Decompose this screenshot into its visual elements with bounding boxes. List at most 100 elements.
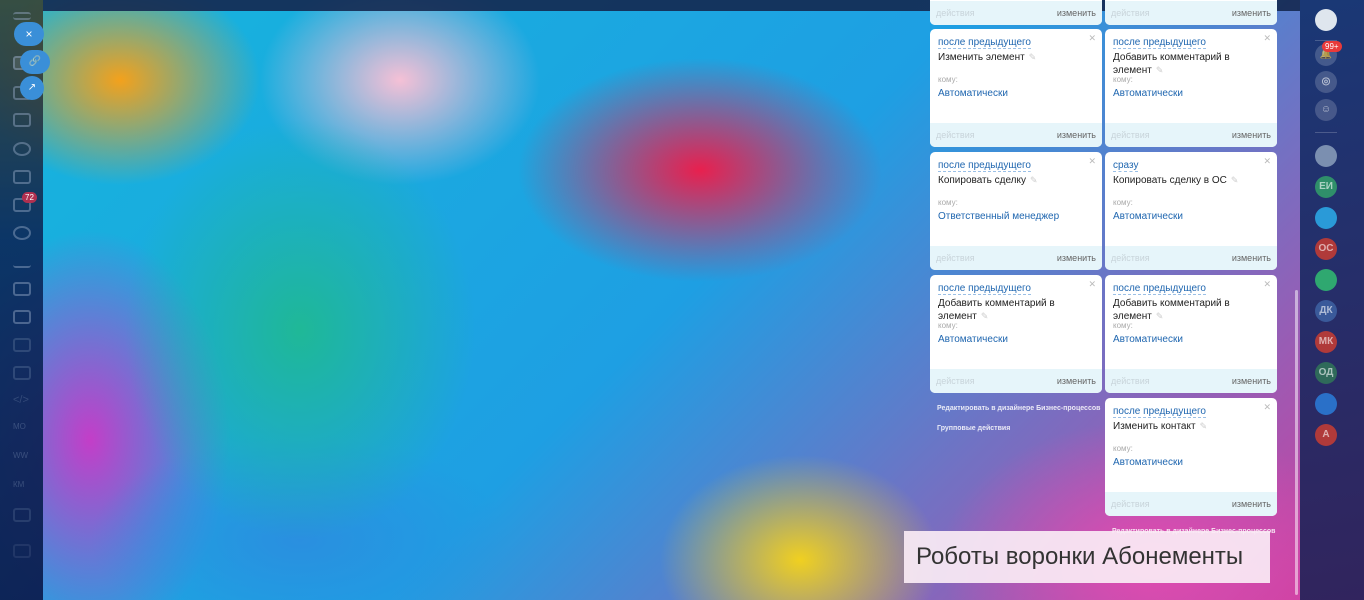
- brand-icon[interactable]: [13, 366, 31, 380]
- delay-link[interactable]: после предыдущего: [938, 37, 1031, 49]
- pencil-icon[interactable]: ✎: [1231, 175, 1239, 185]
- chat-avatar[interactable]: МК: [1315, 331, 1337, 353]
- crm-icon[interactable]: [13, 113, 31, 127]
- recipient-value[interactable]: Ответственный менеджер: [938, 211, 1059, 222]
- actions-link[interactable]: действия: [936, 130, 975, 140]
- avatar-km[interactable]: КМ: [13, 480, 31, 494]
- delay-link[interactable]: после предыдущего: [1113, 37, 1206, 49]
- copilot-icon[interactable]: ◎: [1315, 71, 1337, 93]
- robot-card-partial[interactable]: действия изменить: [930, 0, 1102, 25]
- pencil-icon[interactable]: ✎: [1156, 311, 1164, 321]
- analytics-icon[interactable]: [13, 254, 31, 268]
- chat-avatar[interactable]: А: [1315, 424, 1337, 446]
- recipient-label: кому:: [1113, 444, 1133, 453]
- code-icon[interactable]: </>: [13, 394, 31, 408]
- chat-avatar[interactable]: ОС: [1315, 238, 1337, 260]
- robot-title: Копировать сделку ✎: [938, 174, 1098, 187]
- avatar-ww[interactable]: WW: [13, 451, 31, 465]
- group-actions-link[interactable]: Групповые действия: [937, 425, 1010, 432]
- chat-avatar[interactable]: ДК: [1315, 300, 1337, 322]
- delay-link[interactable]: сразу: [1113, 160, 1139, 172]
- chat-avatar[interactable]: ОД: [1315, 362, 1337, 384]
- edit-link[interactable]: изменить: [1057, 130, 1096, 140]
- pencil-icon[interactable]: ✎: [981, 311, 989, 321]
- edit-link[interactable]: изменить: [1232, 499, 1271, 509]
- delete-icon[interactable]: ✕: [1263, 33, 1271, 44]
- messages-icon[interactable]: ☺: [1315, 99, 1337, 121]
- robot-title: Копировать сделку в ОС ✎: [1113, 174, 1273, 187]
- chat-avatar[interactable]: [1315, 145, 1337, 167]
- delete-icon[interactable]: ✕: [1263, 402, 1271, 413]
- settings-icon[interactable]: [13, 544, 31, 558]
- robot-card[interactable]: сразу ✕ Копировать сделку в ОС ✎ кому: Ав…: [1105, 152, 1277, 270]
- designer-link[interactable]: Редактировать в дизайнере Бизнес-процесс…: [937, 405, 1100, 412]
- caption-overlay: Роботы воронки Абонементы: [904, 531, 1270, 583]
- robot-card[interactable]: после предыдущего ✕ Добавить комментарий…: [1105, 29, 1277, 147]
- delete-icon[interactable]: ✕: [1088, 33, 1096, 44]
- edit-doc-icon[interactable]: [13, 508, 31, 522]
- sites-icon[interactable]: [13, 282, 31, 296]
- user-avatar[interactable]: [1315, 9, 1337, 31]
- robot-card[interactable]: после предыдущего ✕ Изменить контакт ✎ ко…: [1105, 398, 1277, 516]
- recipient-value[interactable]: Автоматически: [1113, 457, 1183, 468]
- delay-link[interactable]: после предыдущего: [938, 160, 1031, 172]
- pencil-icon[interactable]: ✎: [1030, 175, 1038, 185]
- chat-avatar[interactable]: ЕИ: [1315, 176, 1337, 198]
- edit-link[interactable]: изменить: [1232, 253, 1271, 263]
- delay-link[interactable]: после предыдущего: [1113, 406, 1206, 418]
- recipient-value[interactable]: Автоматически: [1113, 88, 1183, 99]
- cart-icon[interactable]: [13, 170, 31, 184]
- delay-link[interactable]: после предыдущего: [938, 283, 1031, 295]
- robot-title-text: Копировать сделку: [938, 175, 1027, 186]
- actions-link[interactable]: действия: [1111, 130, 1150, 140]
- robot-card[interactable]: после предыдущего ✕ Изменить элемент ✎ ко…: [930, 29, 1102, 147]
- robot-card[interactable]: после предыдущего ✕ Копировать сделку ✎ к…: [930, 152, 1102, 270]
- pencil-icon[interactable]: ✎: [1200, 421, 1208, 431]
- pencil-icon[interactable]: ✎: [1156, 65, 1164, 75]
- avatar-mo[interactable]: МО: [13, 422, 31, 436]
- edit-link[interactable]: изменить: [1232, 376, 1271, 386]
- actions-link[interactable]: действия: [1111, 253, 1150, 263]
- actions-link[interactable]: действия: [1111, 499, 1150, 509]
- recipient-value[interactable]: Автоматически: [938, 334, 1008, 345]
- robot-title-text: Добавить комментарий в элемент: [1113, 298, 1230, 322]
- chat-avatar[interactable]: [1315, 393, 1337, 415]
- recipient-value[interactable]: Автоматически: [1113, 211, 1183, 222]
- delay-link[interactable]: после предыдущего: [1113, 283, 1206, 295]
- pencil-icon[interactable]: ✎: [1029, 52, 1037, 62]
- menu-icon[interactable]: [13, 12, 31, 20]
- delete-icon[interactable]: ✕: [1263, 279, 1271, 290]
- delete-icon[interactable]: ✕: [1263, 156, 1271, 167]
- divider: [1315, 132, 1337, 133]
- robot-card[interactable]: после предыдущего ✕ Добавить комментарий…: [1105, 275, 1277, 393]
- automation-icon[interactable]: [13, 226, 31, 240]
- edit-link[interactable]: изменить: [1232, 130, 1271, 140]
- robot-card-partial[interactable]: действия изменить: [1105, 0, 1277, 25]
- scrollbar[interactable]: [1295, 290, 1298, 595]
- close-slider-button[interactable]: ×: [14, 22, 44, 46]
- edit-link[interactable]: изменить: [1057, 376, 1096, 386]
- robot-title-text: Изменить элемент: [938, 52, 1025, 63]
- recipient-label: кому:: [938, 75, 958, 84]
- actions-link[interactable]: действия: [936, 376, 975, 386]
- chat-avatar[interactable]: [1315, 207, 1337, 229]
- card-footer: действия изменить: [1105, 246, 1277, 270]
- recipient-value[interactable]: Автоматически: [938, 88, 1008, 99]
- robot-icon[interactable]: [13, 310, 31, 324]
- actions-link[interactable]: действия: [1111, 376, 1150, 386]
- actions-link[interactable]: действия: [936, 8, 975, 18]
- robot-card[interactable]: после предыдущего ✕ Добавить комментарий…: [930, 275, 1102, 393]
- delete-icon[interactable]: ✕: [1088, 156, 1096, 167]
- recipient-value[interactable]: Автоматически: [1113, 334, 1183, 345]
- edit-link[interactable]: изменить: [1232, 8, 1271, 18]
- actions-link[interactable]: действия: [936, 253, 975, 263]
- target-icon[interactable]: [13, 142, 31, 156]
- open-new-window-button[interactable]: ↗: [20, 76, 44, 100]
- edit-link[interactable]: изменить: [1057, 253, 1096, 263]
- delete-icon[interactable]: ✕: [1088, 279, 1096, 290]
- chat-avatar[interactable]: [1315, 269, 1337, 291]
- robot-title: Добавить комментарий в элемент ✎: [1113, 51, 1273, 77]
- actions-link[interactable]: действия: [1111, 8, 1150, 18]
- edit-link[interactable]: изменить: [1057, 8, 1096, 18]
- market-icon[interactable]: [13, 338, 31, 352]
